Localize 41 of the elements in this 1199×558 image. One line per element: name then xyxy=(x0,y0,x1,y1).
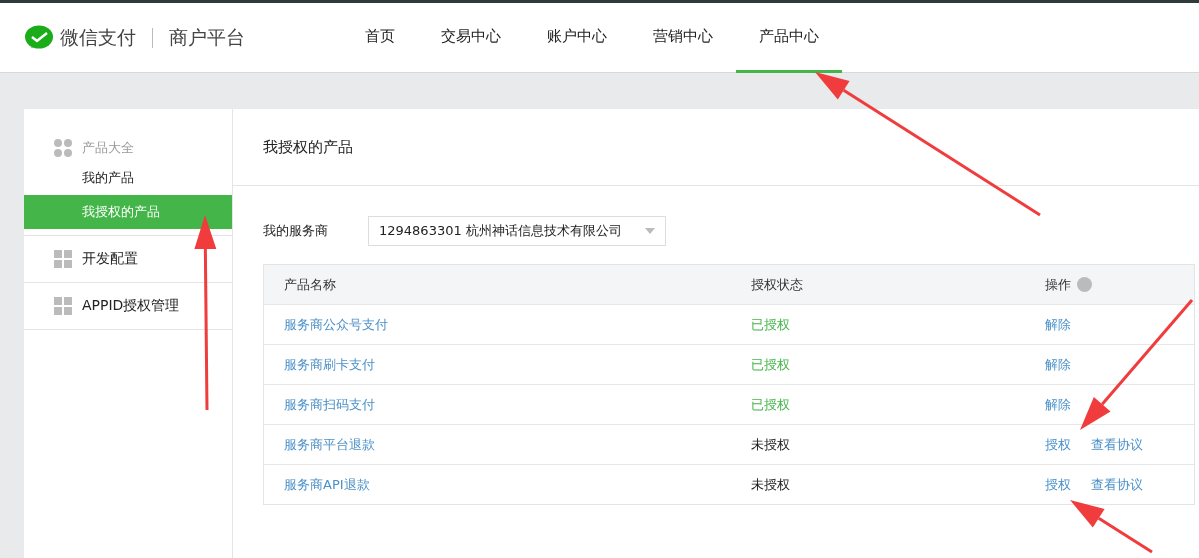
brand-name: 微信支付 xyxy=(60,24,136,50)
help-icon[interactable] xyxy=(1077,277,1092,292)
provider-select[interactable]: 1294863301 杭州神话信息技术有限公司 xyxy=(368,216,666,246)
sidebar-item[interactable]: 我的产品 xyxy=(24,161,232,195)
product-link[interactable]: 服务商刷卡支付 xyxy=(284,355,375,374)
action-link[interactable]: 授权 xyxy=(1045,475,1071,494)
sidebar-item[interactable]: 我授权的产品 xyxy=(24,195,232,229)
action-link[interactable]: 查看协议 xyxy=(1091,475,1143,494)
status-cell-text: 已授权 xyxy=(750,355,791,374)
action-link[interactable]: 授权 xyxy=(1045,435,1071,454)
caret-icon xyxy=(645,228,655,234)
product-link[interactable]: 服务商公众号支付 xyxy=(284,315,388,334)
group-label: 产品大全 xyxy=(82,139,134,157)
status-cell-text: 未授权 xyxy=(750,435,791,454)
platform-name: 商户平台 xyxy=(169,24,245,50)
status-cell-text: 已授权 xyxy=(750,315,791,334)
column-header: 授权状态 xyxy=(751,275,803,294)
status-cell-text: 已授权 xyxy=(750,395,791,414)
grid-icon xyxy=(54,297,72,315)
page-title: 我授权的产品 xyxy=(233,109,1199,186)
product-link[interactable]: 服务商API退款 xyxy=(284,475,370,494)
sidebar-item[interactable]: 开发配置 xyxy=(82,250,138,268)
provider-label: 我的服务商 xyxy=(263,222,328,240)
action-link[interactable]: 解除 xyxy=(1045,315,1071,334)
product-link[interactable]: 服务商扫码支付 xyxy=(284,395,375,414)
nav-tab[interactable]: 交易中心 xyxy=(418,3,524,73)
action-link[interactable]: 查看协议 xyxy=(1091,435,1143,454)
nav-tab[interactable]: 账户中心 xyxy=(524,3,630,73)
sidebar-item[interactable]: APPID授权管理 xyxy=(82,297,180,315)
column-header: 操作 xyxy=(1045,275,1071,294)
status-cell-text: 未授权 xyxy=(750,475,791,494)
nav-tab[interactable]: 营销中心 xyxy=(630,3,736,73)
grid-icon xyxy=(54,139,72,157)
action-link[interactable]: 解除 xyxy=(1045,395,1071,414)
product-link[interactable]: 服务商平台退款 xyxy=(284,435,375,454)
action-link[interactable]: 解除 xyxy=(1045,355,1071,374)
wechat-pay-logo-icon xyxy=(24,24,54,51)
nav-tab[interactable]: 首页 xyxy=(342,3,418,73)
column-header: 产品名称 xyxy=(284,275,336,294)
nav-tab[interactable]: 产品中心 xyxy=(736,3,842,73)
grid-icon xyxy=(54,250,72,268)
